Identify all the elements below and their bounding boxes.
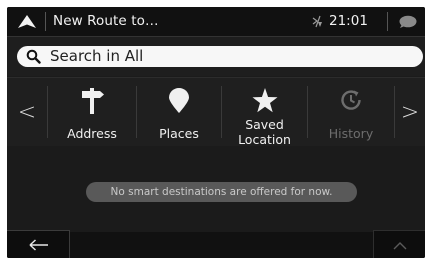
star-icon — [252, 88, 277, 113]
category-places[interactable]: Places — [137, 78, 221, 146]
scroll-up-button[interactable] — [373, 230, 425, 258]
map-pin-icon — [169, 88, 189, 113]
back-button[interactable] — [7, 230, 70, 258]
back-arrow-icon — [29, 239, 48, 251]
gps-signal-icon — [312, 15, 322, 28]
category-label-line2: Location — [238, 132, 291, 147]
next-categories-button[interactable]: > — [395, 78, 425, 146]
search-input[interactable]: Search in All — [17, 46, 423, 67]
search-label: Search in All — [50, 47, 144, 65]
divider — [45, 12, 46, 31]
top-bar: New Route to… 21:01 — [7, 7, 425, 37]
category-row: < Address Places Saved Location History … — [7, 77, 425, 147]
divider — [387, 12, 388, 31]
history-clock-icon — [341, 90, 361, 110]
search-area: Search in All — [7, 37, 425, 76]
category-label-line1: Saved — [245, 117, 284, 132]
previous-categories-button[interactable]: < — [7, 78, 47, 146]
chevron-up-icon — [393, 242, 407, 250]
results-area: No smart destinations are offered for no… — [7, 146, 425, 232]
navigation-arrow-icon[interactable] — [17, 14, 37, 30]
category-label: Address — [67, 126, 117, 141]
category-label: Places — [159, 126, 199, 141]
empty-state-message: No smart destinations are offered for no… — [86, 182, 357, 202]
page-title: New Route to… — [53, 13, 159, 29]
search-icon — [26, 49, 41, 64]
signpost-icon — [82, 88, 104, 114]
chevron-left-icon: < — [17, 99, 37, 125]
clock: 21:01 — [329, 13, 368, 29]
category-saved-location[interactable]: Saved Location — [222, 78, 307, 147]
navigation-screen: New Route to… 21:01 Search in All < Addr… — [7, 7, 425, 258]
category-history[interactable]: History — [308, 78, 394, 146]
category-label: History — [328, 126, 374, 141]
chevron-right-icon: > — [400, 99, 420, 125]
category-address[interactable]: Address — [48, 78, 136, 146]
bottom-bar — [7, 230, 425, 258]
message-icon[interactable] — [398, 15, 417, 29]
